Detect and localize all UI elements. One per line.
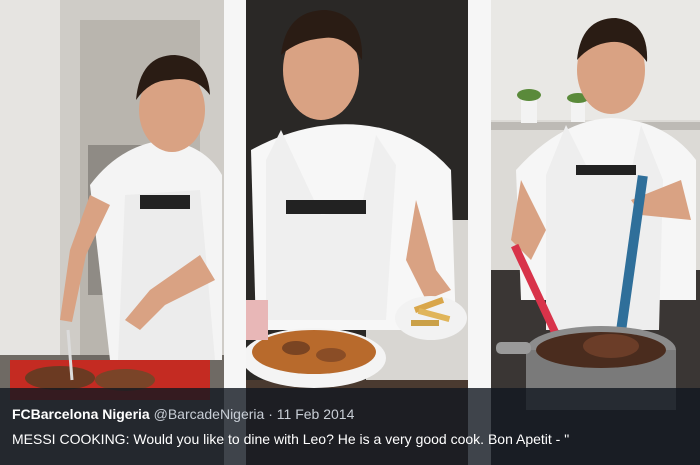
photo-collage[interactable]: FCBarcelona Nigeria @BarcadeNigeria · 11… [0, 0, 700, 465]
tweet-caption: FCBarcelona Nigeria @BarcadeNigeria · 11… [0, 388, 700, 465]
author-name[interactable]: FCBarcelona Nigeria [12, 406, 150, 422]
tweet-header: FCBarcelona Nigeria @BarcadeNigeria · 11… [12, 405, 700, 423]
tweet-date[interactable]: 11 Feb 2014 [277, 406, 355, 422]
meta-separator: · [268, 406, 273, 422]
tweet-text: MESSI COOKING: Would you like to dine wi… [12, 431, 570, 447]
author-handle[interactable]: @BarcadeNigeria [154, 406, 265, 422]
